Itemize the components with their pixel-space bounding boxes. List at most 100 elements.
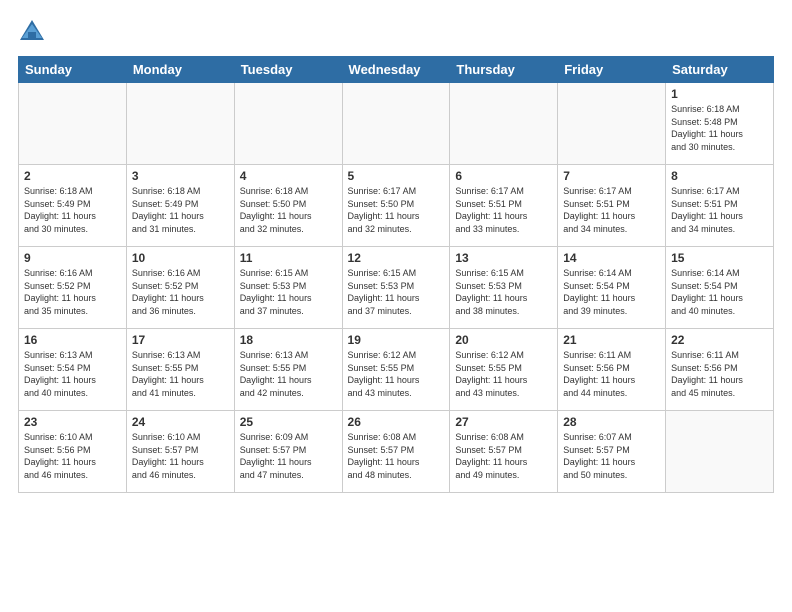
day-info: Sunrise: 6:18 AM Sunset: 5:50 PM Dayligh… bbox=[240, 185, 337, 235]
day-info: Sunrise: 6:15 AM Sunset: 5:53 PM Dayligh… bbox=[240, 267, 337, 317]
day-cell: 2 Sunrise: 6:18 AM Sunset: 5:49 PM Daylig… bbox=[19, 165, 127, 247]
day-info: Sunrise: 6:18 AM Sunset: 5:49 PM Dayligh… bbox=[24, 185, 121, 235]
logo bbox=[18, 18, 49, 46]
day-number: 1 bbox=[671, 87, 768, 101]
day-cell: 12 Sunrise: 6:15 AM Sunset: 5:53 PM Dayli… bbox=[342, 247, 450, 329]
day-number: 11 bbox=[240, 251, 337, 265]
day-cell: 22 Sunrise: 6:11 AM Sunset: 5:56 PM Dayli… bbox=[666, 329, 774, 411]
day-cell: 6 Sunrise: 6:17 AM Sunset: 5:51 PM Daylig… bbox=[450, 165, 558, 247]
day-cell: 18 Sunrise: 6:13 AM Sunset: 5:55 PM Dayli… bbox=[234, 329, 342, 411]
day-info: Sunrise: 6:12 AM Sunset: 5:55 PM Dayligh… bbox=[455, 349, 552, 399]
day-cell bbox=[234, 83, 342, 165]
day-number: 22 bbox=[671, 333, 768, 347]
day-cell: 3 Sunrise: 6:18 AM Sunset: 5:49 PM Daylig… bbox=[126, 165, 234, 247]
day-cell bbox=[19, 83, 127, 165]
day-cell: 19 Sunrise: 6:12 AM Sunset: 5:55 PM Dayli… bbox=[342, 329, 450, 411]
day-info: Sunrise: 6:07 AM Sunset: 5:57 PM Dayligh… bbox=[563, 431, 660, 481]
day-info: Sunrise: 6:17 AM Sunset: 5:51 PM Dayligh… bbox=[563, 185, 660, 235]
day-cell: 8 Sunrise: 6:17 AM Sunset: 5:51 PM Daylig… bbox=[666, 165, 774, 247]
col-header-tuesday: Tuesday bbox=[234, 57, 342, 83]
day-info: Sunrise: 6:18 AM Sunset: 5:49 PM Dayligh… bbox=[132, 185, 229, 235]
calendar-header-row: SundayMondayTuesdayWednesdayThursdayFrid… bbox=[19, 57, 774, 83]
day-number: 26 bbox=[348, 415, 445, 429]
day-cell: 14 Sunrise: 6:14 AM Sunset: 5:54 PM Dayli… bbox=[558, 247, 666, 329]
day-cell: 20Sunrise: 6:12 AM Sunset: 5:55 PM Dayli… bbox=[450, 329, 558, 411]
day-number: 2 bbox=[24, 169, 121, 183]
day-cell: 16 Sunrise: 6:13 AM Sunset: 5:54 PM Dayli… bbox=[19, 329, 127, 411]
day-number: 19 bbox=[348, 333, 445, 347]
day-info: Sunrise: 6:08 AM Sunset: 5:57 PM Dayligh… bbox=[348, 431, 445, 481]
day-info: Sunrise: 6:17 AM Sunset: 5:50 PM Dayligh… bbox=[348, 185, 445, 235]
page: SundayMondayTuesdayWednesdayThursdayFrid… bbox=[0, 0, 792, 612]
day-cell: 5 Sunrise: 6:17 AM Sunset: 5:50 PM Daylig… bbox=[342, 165, 450, 247]
day-cell: 13Sunrise: 6:15 AM Sunset: 5:53 PM Dayli… bbox=[450, 247, 558, 329]
day-info: Sunrise: 6:13 AM Sunset: 5:54 PM Dayligh… bbox=[24, 349, 121, 399]
day-info: Sunrise: 6:14 AM Sunset: 5:54 PM Dayligh… bbox=[671, 267, 768, 317]
day-cell: 24 Sunrise: 6:10 AM Sunset: 5:57 PM Dayli… bbox=[126, 411, 234, 493]
day-info: Sunrise: 6:11 AM Sunset: 5:56 PM Dayligh… bbox=[671, 349, 768, 399]
week-row-0: 1Sunrise: 6:18 AM Sunset: 5:48 PM Daylig… bbox=[19, 83, 774, 165]
day-cell: 1Sunrise: 6:18 AM Sunset: 5:48 PM Daylig… bbox=[666, 83, 774, 165]
day-number: 25 bbox=[240, 415, 337, 429]
day-number: 27 bbox=[455, 415, 552, 429]
day-number: 17 bbox=[132, 333, 229, 347]
day-cell: 25 Sunrise: 6:09 AM Sunset: 5:57 PM Dayli… bbox=[234, 411, 342, 493]
col-header-friday: Friday bbox=[558, 57, 666, 83]
day-number: 18 bbox=[240, 333, 337, 347]
day-cell bbox=[558, 83, 666, 165]
week-row-1: 2 Sunrise: 6:18 AM Sunset: 5:49 PM Daylig… bbox=[19, 165, 774, 247]
day-cell bbox=[342, 83, 450, 165]
day-cell: 10Sunrise: 6:16 AM Sunset: 5:52 PM Dayli… bbox=[126, 247, 234, 329]
day-cell: 11 Sunrise: 6:15 AM Sunset: 5:53 PM Dayli… bbox=[234, 247, 342, 329]
day-cell: 21Sunrise: 6:11 AM Sunset: 5:56 PM Dayli… bbox=[558, 329, 666, 411]
day-cell: 26 Sunrise: 6:08 AM Sunset: 5:57 PM Dayli… bbox=[342, 411, 450, 493]
day-cell: 28 Sunrise: 6:07 AM Sunset: 5:57 PM Dayli… bbox=[558, 411, 666, 493]
day-number: 5 bbox=[348, 169, 445, 183]
day-cell: 27Sunrise: 6:08 AM Sunset: 5:57 PM Dayli… bbox=[450, 411, 558, 493]
day-info: Sunrise: 6:16 AM Sunset: 5:52 PM Dayligh… bbox=[24, 267, 121, 317]
day-info: Sunrise: 6:14 AM Sunset: 5:54 PM Dayligh… bbox=[563, 267, 660, 317]
week-row-3: 16 Sunrise: 6:13 AM Sunset: 5:54 PM Dayli… bbox=[19, 329, 774, 411]
col-header-thursday: Thursday bbox=[450, 57, 558, 83]
day-info: Sunrise: 6:13 AM Sunset: 5:55 PM Dayligh… bbox=[132, 349, 229, 399]
day-number: 28 bbox=[563, 415, 660, 429]
day-info: Sunrise: 6:12 AM Sunset: 5:55 PM Dayligh… bbox=[348, 349, 445, 399]
day-number: 16 bbox=[24, 333, 121, 347]
day-info: Sunrise: 6:15 AM Sunset: 5:53 PM Dayligh… bbox=[348, 267, 445, 317]
day-number: 7 bbox=[563, 169, 660, 183]
day-number: 3 bbox=[132, 169, 229, 183]
logo-icon bbox=[18, 18, 46, 46]
day-number: 24 bbox=[132, 415, 229, 429]
day-info: Sunrise: 6:17 AM Sunset: 5:51 PM Dayligh… bbox=[671, 185, 768, 235]
day-cell: 7 Sunrise: 6:17 AM Sunset: 5:51 PM Daylig… bbox=[558, 165, 666, 247]
col-header-saturday: Saturday bbox=[666, 57, 774, 83]
day-number: 14 bbox=[563, 251, 660, 265]
day-info: Sunrise: 6:10 AM Sunset: 5:56 PM Dayligh… bbox=[24, 431, 121, 481]
day-info: Sunrise: 6:13 AM Sunset: 5:55 PM Dayligh… bbox=[240, 349, 337, 399]
col-header-sunday: Sunday bbox=[19, 57, 127, 83]
day-number: 8 bbox=[671, 169, 768, 183]
day-number: 23 bbox=[24, 415, 121, 429]
week-row-4: 23 Sunrise: 6:10 AM Sunset: 5:56 PM Dayli… bbox=[19, 411, 774, 493]
day-cell bbox=[666, 411, 774, 493]
day-info: Sunrise: 6:09 AM Sunset: 5:57 PM Dayligh… bbox=[240, 431, 337, 481]
day-cell bbox=[126, 83, 234, 165]
col-header-monday: Monday bbox=[126, 57, 234, 83]
day-cell: 23 Sunrise: 6:10 AM Sunset: 5:56 PM Dayli… bbox=[19, 411, 127, 493]
day-number: 4 bbox=[240, 169, 337, 183]
day-number: 9 bbox=[24, 251, 121, 265]
col-header-wednesday: Wednesday bbox=[342, 57, 450, 83]
day-number: 15 bbox=[671, 251, 768, 265]
day-cell: 4 Sunrise: 6:18 AM Sunset: 5:50 PM Daylig… bbox=[234, 165, 342, 247]
day-cell: 15 Sunrise: 6:14 AM Sunset: 5:54 PM Dayli… bbox=[666, 247, 774, 329]
day-cell: 9 Sunrise: 6:16 AM Sunset: 5:52 PM Daylig… bbox=[19, 247, 127, 329]
day-number: 12 bbox=[348, 251, 445, 265]
week-row-2: 9 Sunrise: 6:16 AM Sunset: 5:52 PM Daylig… bbox=[19, 247, 774, 329]
day-info: Sunrise: 6:16 AM Sunset: 5:52 PM Dayligh… bbox=[132, 267, 229, 317]
day-number: 6 bbox=[455, 169, 552, 183]
day-info: Sunrise: 6:17 AM Sunset: 5:51 PM Dayligh… bbox=[455, 185, 552, 235]
day-number: 21 bbox=[563, 333, 660, 347]
day-info: Sunrise: 6:10 AM Sunset: 5:57 PM Dayligh… bbox=[132, 431, 229, 481]
header bbox=[18, 18, 774, 46]
day-info: Sunrise: 6:15 AM Sunset: 5:53 PM Dayligh… bbox=[455, 267, 552, 317]
